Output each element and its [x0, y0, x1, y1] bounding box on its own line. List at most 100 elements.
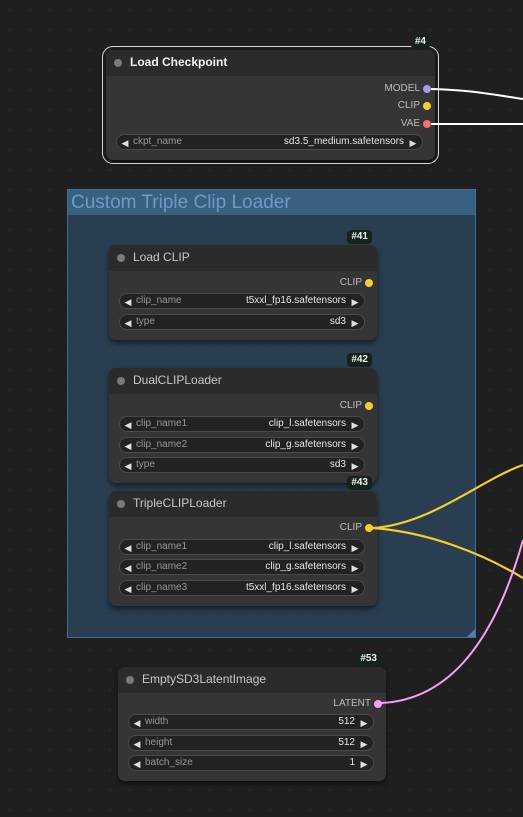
widget-height[interactable]: ◀ height 512 ▶ [128, 735, 374, 751]
node-load-clip[interactable]: #41 Load CLIP CLIP ◀ clip_name t5xxl_fp1… [109, 230, 377, 340]
increment-arrow-icon[interactable]: ▶ [349, 458, 361, 474]
widget-name: width [145, 716, 169, 727]
widget-value: 1 [349, 757, 355, 768]
widget-clip-name2[interactable]: ◀ clip_name2 clip_g.safetensors ▶ [119, 437, 365, 453]
widget-name: clip_name2 [136, 561, 188, 572]
widget-clip-name2[interactable]: ◀ clip_name2 clip_g.safetensors ▶ [119, 559, 365, 575]
output-label: VAE [400, 118, 420, 129]
widget-value: 512 [338, 716, 355, 727]
increment-arrow-icon[interactable]: ▶ [349, 294, 361, 310]
output-label: MODEL [384, 83, 420, 94]
node-header[interactable]: Load CLIP [109, 245, 377, 271]
output-label: CLIP [339, 400, 362, 411]
widget-value: t5xxl_fp16.safetensors [245, 582, 346, 593]
widget-value: clip_g.safetensors [265, 561, 346, 572]
widget-value: sd3 [329, 316, 346, 327]
output-slot-icon[interactable] [365, 279, 373, 287]
node-title: Load CLIP [133, 250, 190, 264]
increment-arrow-icon[interactable]: ▶ [358, 736, 370, 752]
widget-value: clip_g.safetensors [265, 439, 346, 450]
output-slot-icon[interactable] [374, 700, 382, 708]
decrement-arrow-icon[interactable]: ◀ [122, 581, 134, 597]
node-id-badge: #41 [347, 230, 372, 244]
node-header[interactable]: EmptySD3LatentImage [118, 667, 386, 693]
increment-arrow-icon[interactable]: ▶ [349, 438, 361, 454]
node-id-badge: #53 [356, 652, 381, 666]
node-id-badge: #42 [347, 353, 372, 367]
increment-arrow-icon[interactable]: ▶ [349, 315, 361, 331]
output-slot-icon[interactable] [423, 85, 431, 93]
widget-value: clip_l.safetensors [268, 418, 346, 429]
widget-batch-size[interactable]: ◀ batch_size 1 ▶ [128, 755, 374, 771]
increment-arrow-icon[interactable]: ▶ [407, 135, 419, 151]
group-title[interactable]: Custom Triple Clip Loader [68, 190, 475, 215]
collapse-toggle-icon[interactable] [117, 500, 125, 508]
collapse-toggle-icon[interactable] [114, 59, 122, 67]
increment-arrow-icon[interactable]: ▶ [358, 715, 370, 731]
node-graph-canvas[interactable]: Custom Triple Clip Loader #4 Load Checkp… [0, 0, 523, 817]
output-label: CLIP [397, 100, 420, 111]
widget-width[interactable]: ◀ width 512 ▶ [128, 714, 374, 730]
widget-clip-name1[interactable]: ◀ clip_name1 clip_l.safetensors ▶ [119, 416, 365, 432]
decrement-arrow-icon[interactable]: ◀ [122, 438, 134, 454]
node-title: Load Checkpoint [130, 55, 228, 69]
collapse-toggle-icon[interactable] [117, 377, 125, 385]
output-label: CLIP [339, 277, 362, 288]
widget-clip-name3[interactable]: ◀ clip_name3 t5xxl_fp16.safetensors ▶ [119, 580, 365, 596]
decrement-arrow-icon[interactable]: ◀ [131, 736, 143, 752]
increment-arrow-icon[interactable]: ▶ [358, 756, 370, 772]
widget-value: t5xxl_fp16.safetensors [245, 295, 346, 306]
decrement-arrow-icon[interactable]: ◀ [122, 417, 134, 433]
widget-name: clip_name1 [136, 541, 188, 552]
node-header[interactable]: DualCLIPLoader [109, 368, 377, 394]
increment-arrow-icon[interactable]: ▶ [349, 581, 361, 597]
output-label: CLIP [339, 522, 362, 533]
output-slot-icon[interactable] [365, 402, 373, 410]
widget-clip-name1[interactable]: ◀ clip_name1 clip_l.safetensors ▶ [119, 539, 365, 555]
node-title: DualCLIPLoader [133, 373, 222, 387]
widget-value: 512 [338, 737, 355, 748]
output-slot-icon[interactable] [423, 120, 431, 128]
increment-arrow-icon[interactable]: ▶ [349, 417, 361, 433]
widget-name: clip_name2 [136, 439, 188, 450]
widget-value: clip_l.safetensors [268, 541, 346, 552]
node-title: TripleCLIPLoader [133, 496, 227, 510]
decrement-arrow-icon[interactable]: ◀ [131, 715, 143, 731]
widget-value: sd3.5_medium.safetensors [283, 136, 404, 147]
widget-name: batch_size [145, 757, 193, 768]
decrement-arrow-icon[interactable]: ◀ [122, 294, 134, 310]
node-id-badge: #4 [410, 35, 430, 49]
node-title: EmptySD3LatentImage [142, 672, 267, 686]
group-resize-handle[interactable] [467, 629, 475, 637]
widget-type[interactable]: ◀ type sd3 ▶ [119, 457, 365, 473]
decrement-arrow-icon[interactable]: ◀ [122, 315, 134, 331]
increment-arrow-icon[interactable]: ▶ [349, 560, 361, 576]
output-label: LATENT [333, 698, 371, 709]
node-empty-sd3-latent-image[interactable]: #53 EmptySD3LatentImage LATENT ◀ width 5… [118, 652, 386, 781]
widget-clip-name[interactable]: ◀ clip_name t5xxl_fp16.safetensors ▶ [119, 293, 365, 309]
wire-model[interactable] [430, 88, 523, 100]
decrement-arrow-icon[interactable]: ◀ [122, 458, 134, 474]
widget-type[interactable]: ◀ type sd3 ▶ [119, 314, 365, 330]
widget-name: height [145, 737, 173, 748]
node-header[interactable]: Load Checkpoint [106, 50, 435, 76]
output-slot-icon[interactable] [423, 102, 431, 110]
decrement-arrow-icon[interactable]: ◀ [122, 560, 134, 576]
node-id-badge: #43 [347, 476, 372, 490]
widget-ckpt-name[interactable]: ◀ ckpt_name sd3.5_medium.safetensors ▶ [116, 134, 423, 150]
increment-arrow-icon[interactable]: ▶ [349, 540, 361, 556]
node-triple-clip-loader[interactable]: #43 TripleCLIPLoader CLIP ◀ clip_name1 c… [109, 476, 377, 606]
node-dual-clip-loader[interactable]: #42 DualCLIPLoader CLIP ◀ clip_name1 cli… [109, 353, 377, 483]
widget-name: clip_name1 [136, 418, 188, 429]
node-header[interactable]: TripleCLIPLoader [109, 491, 377, 517]
node-load-checkpoint[interactable]: #4 Load Checkpoint MODEL CLIP VAE ◀ ckpt… [102, 35, 439, 164]
widget-name: type [136, 459, 155, 470]
widget-name: clip_name3 [136, 582, 188, 593]
widget-value: sd3 [329, 459, 346, 470]
output-slot-icon[interactable] [365, 524, 373, 532]
decrement-arrow-icon[interactable]: ◀ [131, 756, 143, 772]
collapse-toggle-icon[interactable] [126, 676, 134, 684]
decrement-arrow-icon[interactable]: ◀ [119, 135, 131, 151]
collapse-toggle-icon[interactable] [117, 254, 125, 262]
decrement-arrow-icon[interactable]: ◀ [122, 540, 134, 556]
